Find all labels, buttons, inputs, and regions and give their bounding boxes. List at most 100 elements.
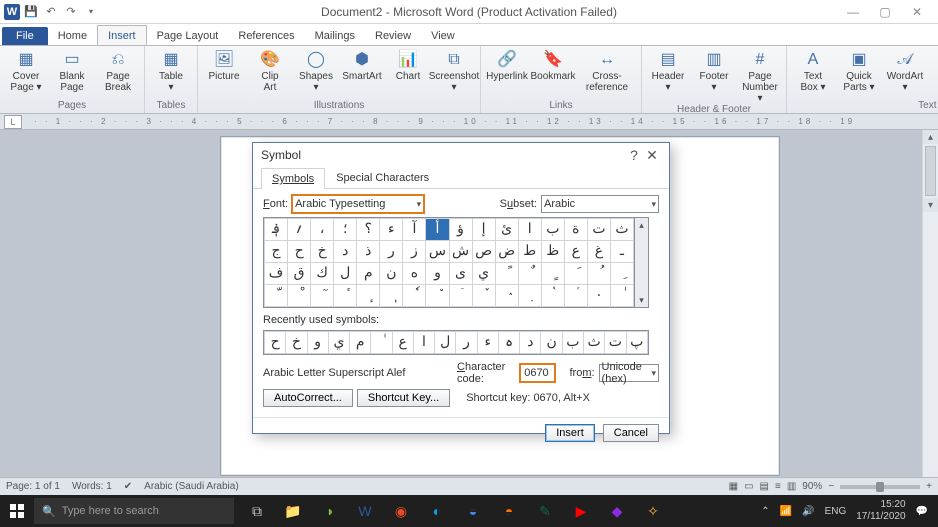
taskbar-search[interactable]: 🔍 Type here to search: [34, 498, 234, 524]
textbox-button[interactable]: ATextBox ▾: [793, 49, 833, 93]
symbol-cell[interactable]: ق: [288, 263, 311, 285]
redo-icon[interactable]: ↷: [62, 3, 80, 21]
symbol-cell[interactable]: ف: [265, 263, 288, 285]
taskbar-app[interactable]: ✎: [528, 496, 562, 526]
smartart-button[interactable]: ⬢SmartArt: [342, 49, 382, 82]
tray-clock[interactable]: 15:20 17/11/2020: [856, 499, 905, 523]
dropcap-button[interactable]: A̲DropCap ▾: [931, 49, 938, 93]
save-icon[interactable]: 💾: [22, 3, 40, 21]
status-language[interactable]: Arabic (Saudi Arabia): [144, 481, 239, 492]
header-button[interactable]: ▤Header▾: [648, 49, 688, 93]
symbol-cell[interactable]: ؛: [334, 219, 357, 241]
taskbar-app[interactable]: ◐: [420, 496, 454, 526]
symbol-cell[interactable]: ذ: [357, 241, 380, 263]
symbol-cell[interactable]: ـ: [610, 241, 633, 263]
tray-up-icon[interactable]: ⌃: [761, 506, 769, 517]
symbol-cell[interactable]: ث: [610, 219, 633, 241]
tab-references[interactable]: References: [228, 26, 304, 45]
charcode-input[interactable]: 0670: [520, 364, 555, 382]
recent-symbol-cell[interactable]: م: [350, 332, 371, 354]
picture-button[interactable]: 🖼Picture: [204, 49, 244, 82]
scroll-down-icon[interactable]: ▾: [635, 293, 648, 307]
symbol-cell[interactable]: ٕ: [357, 285, 380, 307]
symbol-cell[interactable]: ٞ: [564, 285, 587, 307]
symbol-cell[interactable]: ً: [495, 263, 518, 285]
symbol-cell[interactable]: ة: [564, 219, 587, 241]
symbol-cell[interactable]: ل: [334, 263, 357, 285]
recent-symbol-cell[interactable]: ء: [477, 332, 498, 354]
symbol-cell[interactable]: ع: [564, 241, 587, 263]
blank-page-button[interactable]: ▭BlankPage: [52, 49, 92, 93]
recent-symbol-cell[interactable]: ت: [605, 332, 626, 354]
vertical-scrollbar[interactable]: ▴ ▾: [922, 130, 938, 480]
zoom-in-icon[interactable]: +: [926, 481, 932, 492]
font-select[interactable]: Arabic Typesetting▾: [292, 195, 424, 213]
symbol-cell[interactable]: ش: [449, 241, 472, 263]
view-printlayout-icon[interactable]: ▦: [729, 481, 738, 492]
symbol-cell[interactable]: ٠: [587, 285, 610, 307]
symbol-cell[interactable]: ح: [288, 241, 311, 263]
symbol-cell[interactable]: ْ: [288, 285, 311, 307]
recent-symbol-cell[interactable]: د: [520, 332, 541, 354]
symbol-cell[interactable]: س: [426, 241, 449, 263]
symbol-cell[interactable]: ّ: [265, 285, 288, 307]
clipart-button[interactable]: 🎨ClipArt: [250, 49, 290, 93]
symbol-cell[interactable]: ِ: [610, 263, 633, 285]
scroll-up-icon[interactable]: ▴: [923, 130, 938, 144]
subset-select[interactable]: Arabic▾: [541, 195, 659, 213]
horizontal-ruler[interactable]: · · 1 · · · 2 · · · 3 · · · 4 · · · 5 · …: [22, 117, 938, 126]
from-select[interactable]: Unicode (hex)▾: [599, 364, 659, 382]
symbol-cell[interactable]: ٛ: [495, 285, 518, 307]
crossref-button[interactable]: ↔Cross-reference: [579, 49, 635, 93]
tab-insert[interactable]: Insert: [97, 25, 147, 45]
tab-mailings[interactable]: Mailings: [305, 26, 365, 45]
recent-symbol-cell[interactable]: ہ: [498, 332, 519, 354]
recent-symbol-cell[interactable]: ع: [392, 332, 413, 354]
screenshot-button[interactable]: ⧉Screenshot▾: [434, 49, 474, 93]
recent-symbol-cell[interactable]: ر: [456, 332, 477, 354]
symbol-cell[interactable]: ٜ: [518, 285, 541, 307]
undo-icon[interactable]: ↶: [42, 3, 60, 21]
wordart-button[interactable]: 𝒜WordArt▾: [885, 49, 925, 93]
tab-home[interactable]: Home: [48, 26, 97, 45]
symbol-cell[interactable]: ا: [518, 219, 541, 241]
symbol-cell[interactable]: ؟: [357, 219, 380, 241]
taskbar-app[interactable]: ◑: [312, 496, 346, 526]
status-page[interactable]: Page: 1 of 1: [6, 481, 60, 492]
close-icon[interactable]: ✕: [910, 5, 924, 19]
symbol-cell[interactable]: ٝ: [541, 285, 564, 307]
taskbar-app[interactable]: ◉: [384, 496, 418, 526]
symbol-cell[interactable]: ٙ: [449, 285, 472, 307]
symbol-cell[interactable]: ٓ: [311, 285, 334, 307]
recent-symbol-cell[interactable]: ي: [328, 332, 349, 354]
insert-button[interactable]: Insert: [545, 424, 595, 442]
footer-button[interactable]: ▥Footer▾: [694, 49, 734, 93]
symbol-cell[interactable]: ُ: [587, 263, 610, 285]
tab-special-characters[interactable]: Special Characters: [325, 167, 440, 188]
view-fullscreen-icon[interactable]: ▭: [744, 481, 753, 492]
recent-symbol-cell[interactable]: ن: [541, 332, 562, 354]
tab-file[interactable]: File: [2, 27, 48, 45]
table-button[interactable]: ▦Table▾: [151, 49, 191, 93]
symbol-cell[interactable]: آ: [403, 219, 426, 241]
tray-sound-icon[interactable]: 🔊: [802, 506, 814, 517]
recent-symbol-cell[interactable]: ل: [435, 332, 456, 354]
scroll-thumb[interactable]: [925, 146, 936, 196]
symbol-cell[interactable]: م: [357, 263, 380, 285]
symbol-cell[interactable]: ز: [403, 241, 426, 263]
symbol-cell[interactable]: ي: [472, 263, 495, 285]
symbol-cell[interactable]: ط: [518, 241, 541, 263]
recent-symbol-cell[interactable]: خ: [286, 332, 307, 354]
symbol-cell[interactable]: ٰ: [610, 285, 633, 307]
shortcut-key-button[interactable]: Shortcut Key...: [357, 389, 450, 407]
help-icon[interactable]: ?: [625, 147, 643, 163]
symbol-cell[interactable]: ن: [380, 263, 403, 285]
symbol-cell[interactable]: ك: [311, 263, 334, 285]
symbol-cell[interactable]: ء: [380, 219, 403, 241]
tab-symbols[interactable]: Symbols: [261, 168, 325, 189]
symbol-cell[interactable]: ت: [587, 219, 610, 241]
taskview-icon[interactable]: ⧉: [240, 496, 274, 526]
recent-symbol-cell[interactable]: و: [307, 332, 328, 354]
recent-symbol-cell[interactable]: پ: [626, 332, 647, 354]
symbol-cell[interactable]: ر: [380, 241, 403, 263]
